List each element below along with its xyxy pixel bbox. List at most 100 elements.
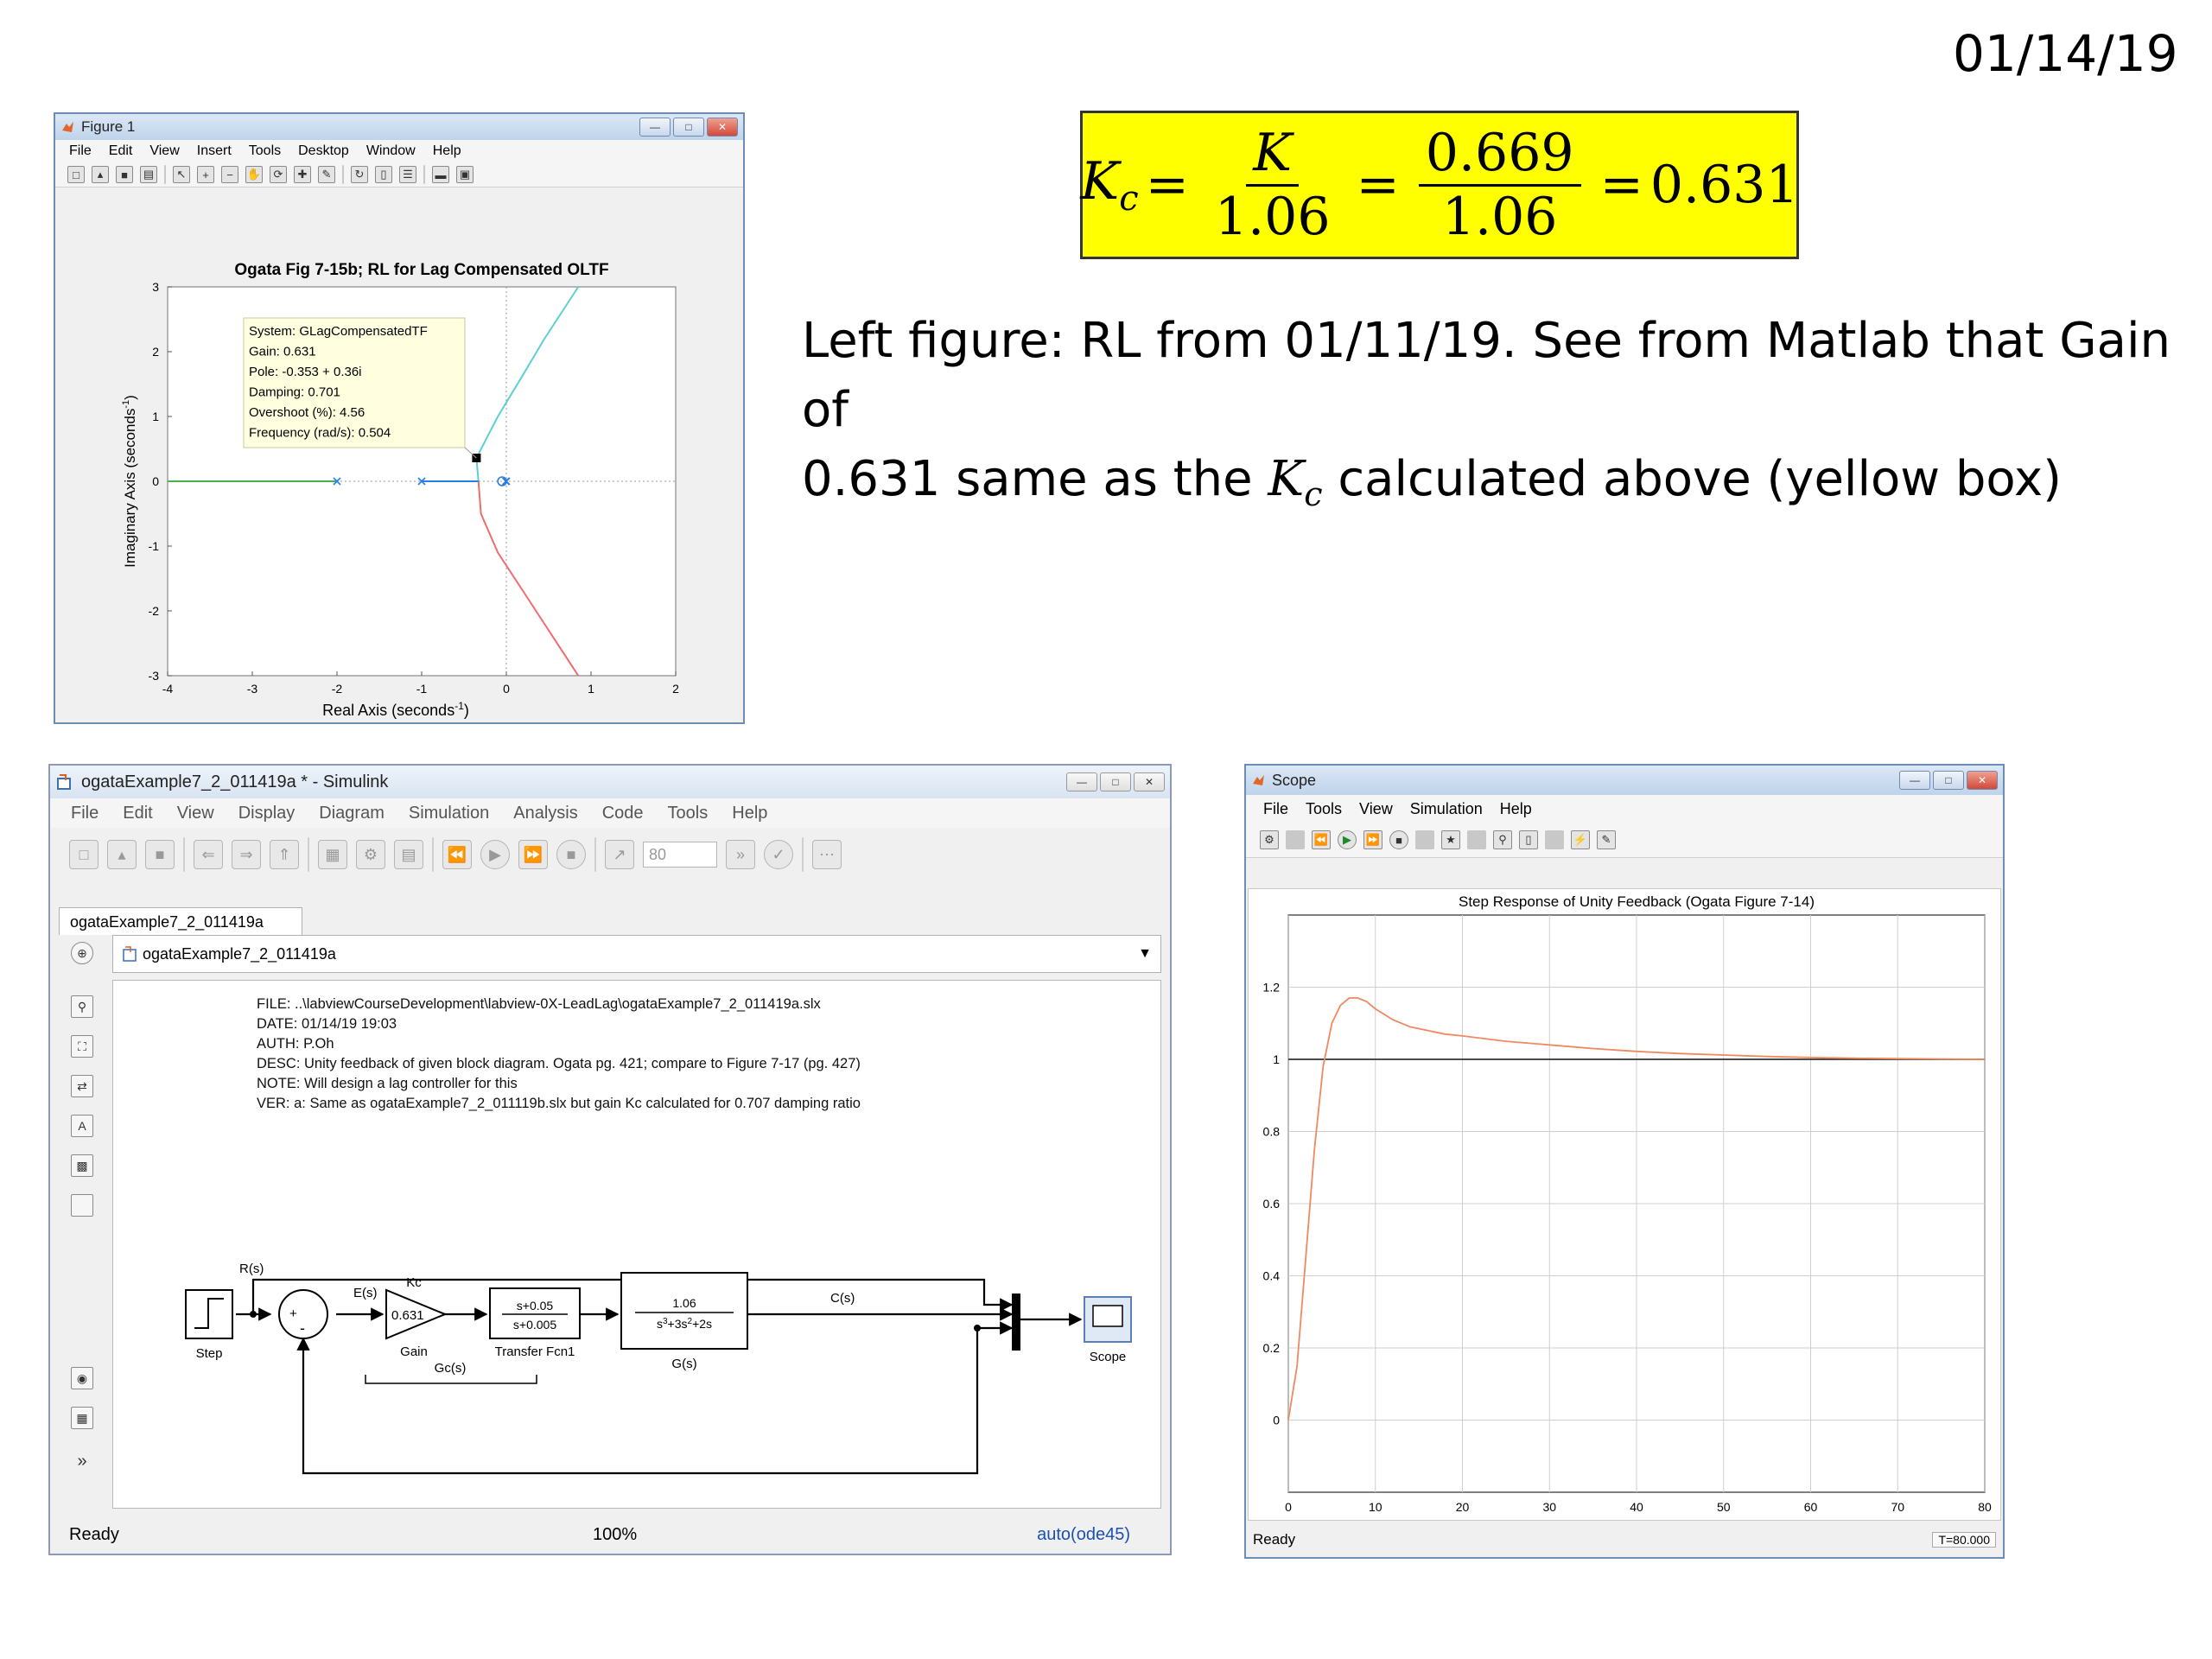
menu-help[interactable]: Help bbox=[433, 143, 461, 159]
chevron-down-icon[interactable]: ▼ bbox=[1138, 946, 1152, 962]
menu-simulation[interactable]: Simulation bbox=[1410, 800, 1483, 818]
annotation-icon[interactable]: A bbox=[71, 1115, 93, 1137]
colorbar-icon[interactable]: ▯ bbox=[375, 166, 392, 183]
menu-desktop[interactable]: Desktop bbox=[298, 143, 349, 159]
screenshot-icon[interactable]: ◉ bbox=[71, 1367, 93, 1389]
save-icon[interactable]: ■ bbox=[116, 166, 133, 183]
new-figure-icon[interactable]: □ bbox=[67, 166, 85, 183]
menu-insert[interactable]: Insert bbox=[197, 143, 232, 159]
zoom-out-icon[interactable]: − bbox=[221, 166, 238, 183]
arrow-icon[interactable]: ⇄ bbox=[71, 1075, 93, 1097]
rotate-icon[interactable]: ⟳ bbox=[270, 166, 287, 183]
model-config-icon[interactable]: ⚙ bbox=[356, 840, 385, 869]
build-icon[interactable]: ⋯ bbox=[812, 840, 842, 869]
menu-display[interactable]: Display bbox=[238, 804, 296, 823]
hide-plot-tools-icon[interactable]: ▬ bbox=[432, 166, 449, 183]
transfer-fcn-gs-block[interactable]: 1.06 s3+3s2+2s G(s) bbox=[620, 1272, 748, 1371]
menu-tools[interactable]: Tools bbox=[249, 143, 281, 159]
step-response-chart[interactable]: Step Response of Unity Feedback (Ogata F… bbox=[1249, 889, 2002, 1523]
step-forward-icon[interactable]: ⏩ bbox=[1363, 830, 1382, 849]
more-icon[interactable]: » bbox=[726, 840, 755, 869]
close-button[interactable]: ✕ bbox=[1134, 772, 1165, 791]
menu-help[interactable]: Help bbox=[1500, 800, 1532, 818]
menu-help[interactable]: Help bbox=[732, 804, 767, 823]
menu-file[interactable]: File bbox=[1263, 800, 1288, 818]
menu-view[interactable]: View bbox=[149, 143, 179, 159]
stop-time-field[interactable]: 80 bbox=[643, 842, 717, 868]
legend-icon[interactable]: ☰ bbox=[399, 166, 416, 183]
sum-block[interactable]: + - bbox=[278, 1289, 328, 1339]
open-model-icon[interactable]: ▴ bbox=[107, 840, 137, 869]
menu-code[interactable]: Code bbox=[602, 804, 644, 823]
data-cursor-icon[interactable]: ✚ bbox=[294, 166, 311, 183]
forward-arrow-icon[interactable]: ⇒ bbox=[232, 840, 261, 869]
step-back-icon[interactable]: ⏪ bbox=[442, 840, 472, 869]
print-icon[interactable]: ▤ bbox=[140, 166, 157, 183]
maximize-button[interactable]: □ bbox=[1100, 772, 1131, 791]
simulink-titlebar[interactable]: ogataExample7_2_011419a * - Simulink — □… bbox=[50, 766, 1170, 798]
run-icon[interactable]: ▶ bbox=[1338, 830, 1357, 849]
pan-icon[interactable]: ✋ bbox=[245, 166, 263, 183]
area-icon[interactable] bbox=[71, 1194, 93, 1217]
minimize-button[interactable]: — bbox=[639, 118, 671, 137]
transfer-fcn1-block[interactable]: s+0.05 s+0.005 Transfer Fcn1 bbox=[489, 1287, 581, 1359]
show-plot-tools-icon[interactable]: ▣ bbox=[456, 166, 474, 183]
menu-file[interactable]: File bbox=[69, 143, 92, 159]
link-plot-icon[interactable]: ↻ bbox=[351, 166, 368, 183]
matlab-figure-window[interactable]: Figure 1 — □ ✕ File Edit View Insert Too… bbox=[54, 112, 745, 724]
run-icon[interactable]: ▶ bbox=[480, 840, 510, 869]
zoom-icon[interactable]: ⚲ bbox=[1493, 830, 1512, 849]
menu-view[interactable]: View bbox=[1359, 800, 1393, 818]
menu-analysis[interactable]: Analysis bbox=[513, 804, 577, 823]
close-button[interactable]: ✕ bbox=[707, 118, 738, 137]
step-block[interactable]: Step bbox=[185, 1289, 233, 1361]
step-back-icon[interactable]: ⏪ bbox=[1312, 830, 1331, 849]
simulink-canvas[interactable]: FILE: ..\labviewCourseDevelopment\labvie… bbox=[112, 980, 1161, 1509]
menu-file[interactable]: File bbox=[71, 804, 99, 823]
fit-view-icon[interactable]: ⛶ bbox=[71, 1035, 93, 1058]
close-button[interactable]: ✕ bbox=[1967, 771, 1998, 790]
brush-icon[interactable]: ✎ bbox=[318, 166, 335, 183]
minimize-button[interactable]: — bbox=[1899, 771, 1930, 790]
menu-tools[interactable]: Tools bbox=[668, 804, 709, 823]
scope-block[interactable]: Scope bbox=[1084, 1296, 1132, 1364]
hide-explorer-icon[interactable]: ⊕ bbox=[71, 942, 93, 964]
menu-diagram[interactable]: Diagram bbox=[319, 804, 385, 823]
save-model-icon[interactable]: ■ bbox=[145, 840, 175, 869]
back-arrow-icon[interactable]: ⇐ bbox=[194, 840, 223, 869]
root-locus-chart[interactable]: Ogata Fig 7-15b; RL for Lag Compensated … bbox=[57, 211, 745, 722]
stop-icon[interactable]: ■ bbox=[1389, 830, 1408, 849]
expand-icon[interactable]: » bbox=[71, 1450, 93, 1472]
new-model-icon[interactable]: □ bbox=[69, 840, 99, 869]
scope-window[interactable]: Scope — □ ✕ File Tools View Simulation H… bbox=[1244, 764, 2005, 1559]
tab-model[interactable]: ogataExample7_2_011419a bbox=[59, 907, 302, 935]
up-arrow-icon[interactable]: ⇑ bbox=[270, 840, 299, 869]
menu-tools[interactable]: Tools bbox=[1306, 800, 1342, 818]
stop-icon[interactable]: ■ bbox=[556, 840, 586, 869]
model-address-bar[interactable]: ogataExample7_2_011419a ▼ bbox=[112, 935, 1161, 973]
simulink-window[interactable]: ogataExample7_2_011419a * - Simulink — □… bbox=[48, 764, 1172, 1555]
status-solver[interactable]: auto(ode45) bbox=[1037, 1525, 1130, 1545]
menu-simulation[interactable]: Simulation bbox=[409, 804, 489, 823]
menu-edit[interactable]: Edit bbox=[109, 143, 133, 159]
gain-block[interactable]: Kc 0.631 Gain bbox=[385, 1275, 448, 1359]
triggers-icon[interactable]: ⚡ bbox=[1571, 830, 1590, 849]
measurements-icon[interactable]: ✎ bbox=[1597, 830, 1616, 849]
step-forward-icon[interactable]: ⏩ bbox=[518, 840, 548, 869]
open-file-icon[interactable]: ▴ bbox=[92, 166, 109, 183]
maximize-button[interactable]: □ bbox=[1933, 771, 1964, 790]
property-inspector-icon[interactable]: ▦ bbox=[71, 1407, 93, 1429]
mux-block[interactable] bbox=[1012, 1294, 1020, 1351]
highlight-block-icon[interactable]: ★ bbox=[1441, 830, 1460, 849]
library-browser-icon[interactable]: ▦ bbox=[318, 840, 347, 869]
zoom-in-icon[interactable]: + bbox=[197, 166, 214, 183]
menu-edit[interactable]: Edit bbox=[123, 804, 152, 823]
maximize-button[interactable]: □ bbox=[673, 118, 704, 137]
model-advisor-icon[interactable]: ✓ bbox=[764, 840, 793, 869]
minimize-button[interactable]: — bbox=[1066, 772, 1097, 791]
menu-window[interactable]: Window bbox=[366, 143, 416, 159]
data-inspector-icon[interactable]: ↗ bbox=[605, 840, 634, 869]
model-explorer-icon[interactable]: ▤ bbox=[394, 840, 423, 869]
menu-view[interactable]: View bbox=[177, 804, 214, 823]
settings-gear-icon[interactable]: ⚙ bbox=[1260, 830, 1279, 849]
